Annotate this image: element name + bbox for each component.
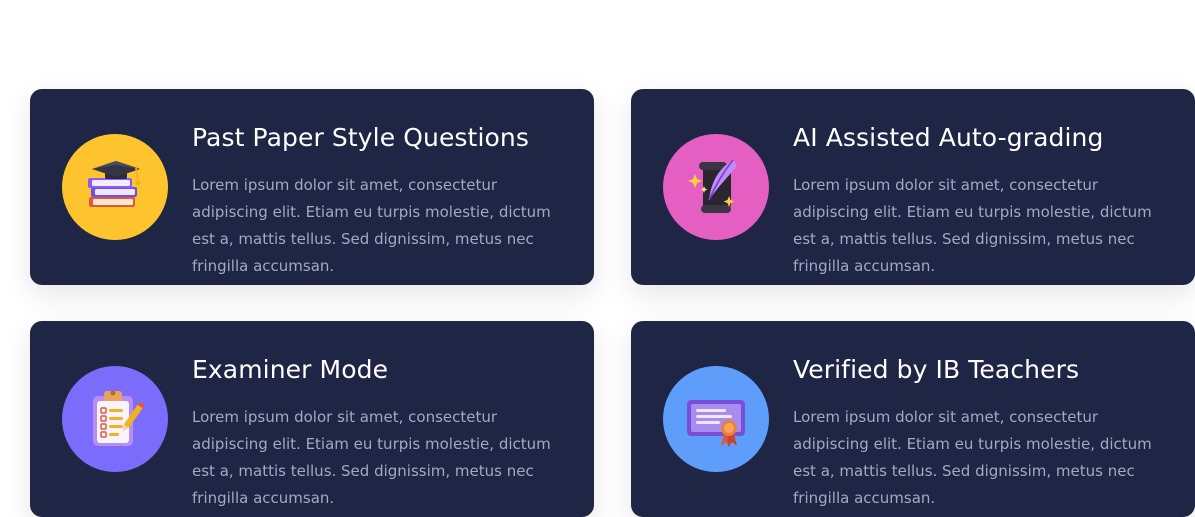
card-description: Lorem ipsum dolor sit amet, consectetur … [192, 408, 551, 507]
icon-circle [62, 366, 168, 472]
icon-circle [663, 134, 769, 240]
clipboard-checklist-icon [93, 390, 145, 446]
card-title: Past Paper Style Questions [192, 123, 529, 152]
icon-circle [663, 366, 769, 472]
certificate-icon [687, 400, 745, 447]
feature-card-ai-grading: AI Assisted Auto-grading Lorem ipsum dol… [631, 89, 1195, 285]
quill-scroll-sparkle-icon [688, 159, 737, 213]
card-description: Lorem ipsum dolor sit amet, consectetur … [192, 176, 551, 275]
card-title: Verified by IB Teachers [793, 355, 1080, 384]
icon-circle [62, 134, 168, 240]
card-title: AI Assisted Auto-grading [793, 123, 1104, 152]
card-description: Lorem ipsum dolor sit amet, consectetur … [793, 176, 1152, 275]
feature-card-verified-teachers: Verified by IB Teachers Lorem ipsum dolo… [631, 321, 1195, 517]
feature-card-examiner-mode: Examiner Mode Lorem ipsum dolor sit amet… [30, 321, 594, 517]
card-title: Examiner Mode [192, 355, 389, 384]
feature-card-past-paper: Past Paper Style Questions Lorem ipsum d… [30, 89, 594, 285]
card-description: Lorem ipsum dolor sit amet, consectetur … [793, 408, 1152, 507]
books-graduation-cap-icon [88, 161, 141, 207]
